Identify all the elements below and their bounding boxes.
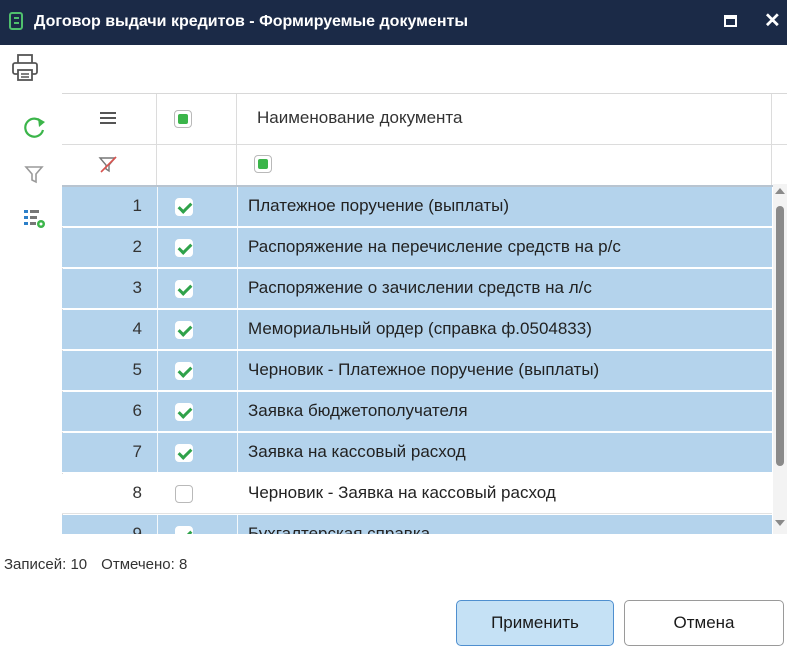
document-name: Заявка на кассовый расход [248,442,466,461]
row-number-header[interactable] [62,94,157,144]
row-checkbox[interactable] [175,321,193,339]
scroll-down-arrow-icon[interactable] [775,520,785,526]
column-settings-icon[interactable] [20,205,48,233]
table-row[interactable]: 8 Черновик - Заявка на кассовый расход [62,474,772,514]
printer-icon[interactable] [11,53,39,83]
filter-clear-icon[interactable] [98,156,118,174]
column-divider [157,187,158,226]
select-all-header[interactable] [157,94,237,144]
row-checkbox[interactable] [175,362,193,380]
name-filter-cell[interactable] [237,145,772,185]
column-divider [157,228,158,267]
row-number: 4 [132,319,142,338]
vertical-scrollbar[interactable] [773,184,787,534]
hamburger-icon[interactable] [100,111,116,125]
table-row[interactable]: 7 Заявка на кассовый расход [62,433,772,473]
apply-button[interactable]: Применить [456,600,614,646]
column-divider [237,433,238,472]
column-divider [237,392,238,431]
grid-header-row: Наименование документа [62,94,787,145]
document-name: Черновик - Платежное поручение (выплаты) [248,360,600,379]
column-divider [237,351,238,390]
row-checkbox[interactable] [175,239,193,257]
row-number: 5 [132,360,142,379]
row-checkbox[interactable] [175,280,193,298]
document-name: Платежное поручение (выплаты) [248,196,510,215]
records-count: Записей: 10 [4,556,88,573]
table-row[interactable]: 4 Мемориальный ордер (справка ф.0504833) [62,310,772,350]
side-toolbar [0,93,63,533]
scrollbar-thumb[interactable] [776,206,784,466]
name-column-header[interactable]: Наименование документа [237,94,772,144]
filter-icon[interactable] [20,160,48,188]
document-app-icon [9,12,23,30]
row-number: 6 [132,401,142,420]
row-checkbox[interactable] [175,526,193,534]
table-row[interactable]: 3 Распоряжение о зачислении средств на л/… [62,269,772,309]
column-divider [157,269,158,308]
row-number: 1 [132,196,142,215]
marked-count: Отмечено: 8 [101,556,188,573]
document-name: Бухгалтерская справка [248,524,431,534]
document-name: Черновик - Заявка на кассовый расход [248,483,556,502]
row-number: 3 [132,278,142,297]
toolbar [0,45,787,93]
table-row[interactable]: 5 Черновик - Платежное поручение (выплаты… [62,351,772,391]
column-divider [157,515,158,534]
row-number: 2 [132,237,142,256]
column-divider [237,310,238,349]
row-number: 7 [132,442,142,461]
document-name: Заявка бюджетополучателя [248,401,468,420]
row-checkbox[interactable] [175,403,193,421]
column-divider [237,269,238,308]
row-number: 8 [132,483,142,502]
scroll-up-arrow-icon[interactable] [775,188,785,194]
column-divider [157,433,158,472]
filter-clear-cell[interactable] [62,145,157,185]
row-checkbox[interactable] [175,485,193,503]
document-name: Мемориальный ордер (справка ф.0504833) [248,319,592,338]
grid-filter-row [62,145,787,187]
row-checkbox[interactable] [175,198,193,216]
column-divider [157,392,158,431]
select-all-checkbox[interactable] [174,110,192,128]
column-divider [157,310,158,349]
documents-grid: Наименование документа 1 Платежное поруче… [62,93,787,534]
name-column-label: Наименование документа [257,108,463,127]
column-divider [237,228,238,267]
row-checkbox[interactable] [175,444,193,462]
title-bar: Договор выдачи кредитов - Формируемые до… [0,0,787,45]
column-divider [157,351,158,390]
name-filter-checkbox[interactable] [254,155,272,173]
document-name: Распоряжение о зачислении средств на л/с [248,278,592,297]
document-name: Распоряжение на перечисление средств на … [248,237,621,256]
table-row[interactable]: 2 Распоряжение на перечисление средств на… [62,228,772,268]
close-button[interactable]: ✕ [764,11,781,31]
maximize-button[interactable] [724,15,737,27]
table-row[interactable]: 6 Заявка бюджетополучателя [62,392,772,432]
refresh-icon[interactable] [20,113,48,141]
checkbox-filter-cell[interactable] [157,145,237,185]
cancel-button[interactable]: Отмена [624,600,784,646]
column-divider [237,187,238,226]
column-divider [157,474,158,513]
table-row[interactable]: 1 Платежное поручение (выплаты) [62,187,772,227]
table-row[interactable]: 9 Бухгалтерская справка [62,515,772,534]
column-divider [237,515,238,534]
window-title: Договор выдачи кредитов - Формируемые до… [34,13,469,30]
column-divider [237,474,238,513]
status-bar: Записей: 10 Отмечено: 8 [4,556,201,573]
row-number: 9 [132,524,142,534]
